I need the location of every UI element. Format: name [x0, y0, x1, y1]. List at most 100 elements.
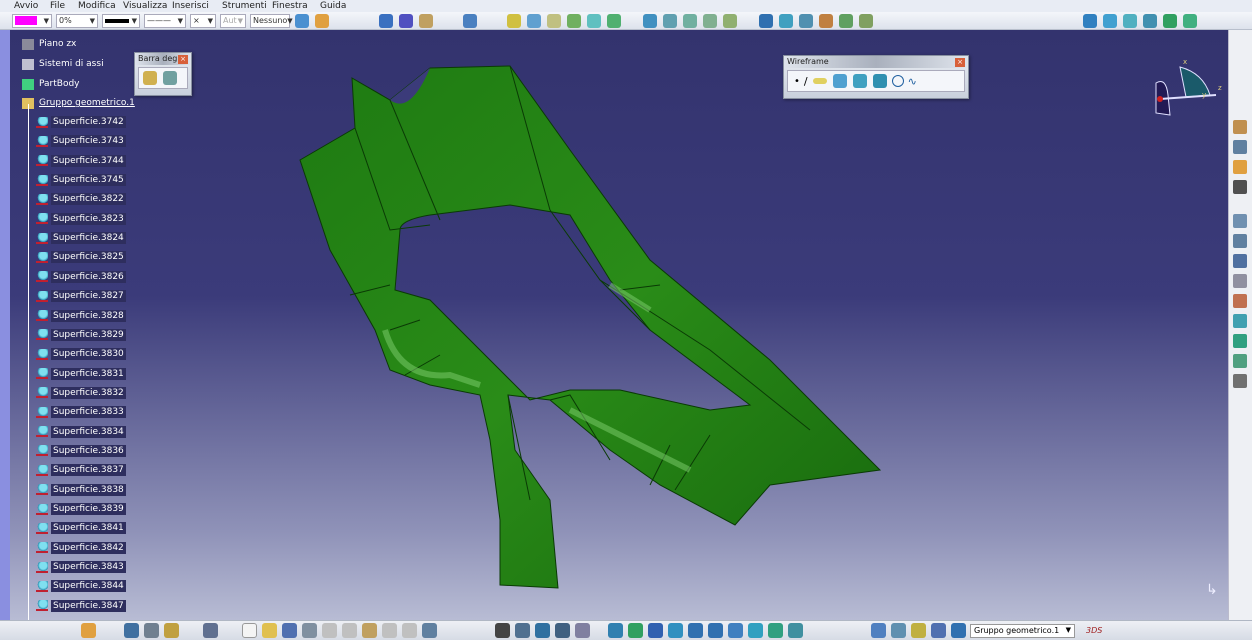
design-table-icon[interactable]: [555, 623, 570, 638]
knowledge-icon[interactable]: [1233, 354, 1247, 368]
extrapolate-icon[interactable]: [839, 13, 853, 28]
catalog-browser-icon[interactable]: [203, 623, 218, 638]
rotate-icon[interactable]: [779, 13, 793, 28]
sweep-icon[interactable]: [567, 13, 581, 28]
tree-item-surface[interactable]: Superficie.3824: [36, 232, 126, 245]
pan-icon[interactable]: [648, 623, 663, 638]
formula-icon[interactable]: [495, 623, 510, 638]
axis-system-icon[interactable]: [1233, 180, 1247, 194]
tree-item-surface[interactable]: Superficie.3830: [36, 348, 126, 361]
measure-item-icon[interactable]: [891, 623, 906, 638]
compass[interactable]: x y z: [1148, 55, 1228, 120]
menu-avvio[interactable]: Avvio: [14, 0, 38, 12]
tree-item-surface[interactable]: Superficie.3742: [36, 116, 126, 128]
part-model[interactable]: [10, 30, 1228, 620]
tree-item-body[interactable]: PartBody: [22, 78, 82, 90]
blend-icon[interactable]: [1233, 314, 1247, 328]
cut-icon[interactable]: [322, 623, 337, 638]
shading-icon[interactable]: [768, 623, 783, 638]
whats-this-icon[interactable]: [422, 623, 437, 638]
offset-icon[interactable]: [547, 13, 561, 28]
spline-icon[interactable]: ∿: [908, 75, 917, 88]
apply-material-icon[interactable]: [1163, 13, 1177, 28]
menu-inserisci[interactable]: Inserisci: [172, 0, 209, 12]
set-icon[interactable]: [951, 623, 966, 638]
chamfer-icon[interactable]: [819, 13, 833, 28]
line-icon[interactable]: /: [804, 75, 808, 88]
multisection-icon[interactable]: [607, 13, 621, 28]
wireframe-panel[interactable]: Wireframe × • / ∿: [783, 55, 969, 99]
extrude-icon[interactable]: [527, 13, 541, 28]
tree-item-surface[interactable]: Superficie.3833: [36, 406, 126, 419]
layer-select[interactable]: Nessuno ▼: [250, 13, 293, 28]
analysis-icon[interactable]: [463, 13, 477, 28]
curve-icon[interactable]: [1233, 234, 1247, 248]
line-type-select[interactable]: ——— ▼: [144, 13, 186, 28]
fill-color-select[interactable]: ▼: [12, 13, 52, 28]
update-icon[interactable]: [124, 623, 139, 638]
tree-item-group[interactable]: Gruppo geometrico.1: [22, 97, 137, 109]
plane-icon[interactable]: [812, 78, 827, 84]
join-icon[interactable]: [643, 13, 657, 28]
tree-item-surface[interactable]: Superficie.3745: [36, 174, 126, 187]
tree-item-surface[interactable]: Superficie.3847: [36, 599, 126, 612]
fit-all-icon[interactable]: [628, 623, 643, 638]
menu-modifica[interactable]: Modifica: [78, 0, 116, 12]
connect-checker-icon[interactable]: [163, 71, 177, 85]
transparency-select[interactable]: 0% ▼: [56, 13, 98, 28]
law-icon[interactable]: [1233, 294, 1247, 308]
intersection-icon[interactable]: [852, 74, 867, 88]
close-icon[interactable]: ×: [178, 55, 188, 64]
inertia-icon[interactable]: [911, 623, 926, 638]
menu-guida[interactable]: Guida: [320, 0, 346, 12]
sketcher-icon[interactable]: [1233, 214, 1247, 228]
surface-icon[interactable]: [1233, 254, 1247, 268]
line-color-select[interactable]: ▼: [102, 13, 140, 28]
view-icon[interactable]: [1083, 13, 1097, 28]
tree-item-surface[interactable]: Superficie.3822: [36, 193, 126, 206]
copy-icon[interactable]: [342, 623, 357, 638]
split-icon[interactable]: [663, 13, 677, 28]
undo-icon[interactable]: [382, 623, 397, 638]
exit-workbench-icon[interactable]: [1233, 120, 1247, 134]
measure-icon[interactable]: [1143, 13, 1157, 28]
tree-scroll-bar[interactable]: [0, 30, 10, 620]
geometrical-set-icon[interactable]: [1233, 140, 1247, 154]
tree-item-surface[interactable]: Superficie.3843: [36, 561, 126, 574]
hide-show-icon[interactable]: [1123, 13, 1137, 28]
projection-icon[interactable]: [832, 74, 847, 88]
3d-viewport[interactable]: [10, 30, 1228, 620]
translate-icon[interactable]: [759, 13, 773, 28]
tree-item-surface[interactable]: Superficie.3839: [36, 503, 126, 515]
tree-item-surface[interactable]: Superficie.3837: [36, 464, 126, 477]
3d-annotation-icon[interactable]: [575, 623, 590, 638]
snap-icon[interactable]: [419, 13, 433, 28]
tree-item-surface[interactable]: Superficie.3841: [36, 522, 126, 535]
render-icon[interactable]: [1103, 13, 1117, 28]
tree-item-surface[interactable]: Superficie.3743: [36, 135, 126, 148]
menu-visualizza[interactable]: Visualizza: [123, 0, 167, 12]
tree-item-surface[interactable]: Superficie.3744: [36, 154, 126, 167]
tree-item-axis[interactable]: Sistemi di assi: [22, 58, 106, 70]
redo-icon[interactable]: [402, 623, 417, 638]
deviation-icon[interactable]: [143, 71, 157, 85]
tree-item-plane[interactable]: Piano zx: [22, 38, 78, 50]
close-icon[interactable]: ×: [955, 58, 965, 67]
current-set-select[interactable]: Gruppo geometrico.1 ▼: [970, 623, 1075, 638]
catalog-icon[interactable]: [1233, 374, 1247, 388]
tools-icon[interactable]: [144, 623, 159, 638]
measure-between-icon[interactable]: [871, 623, 886, 638]
comment-icon[interactable]: [515, 623, 530, 638]
properties-icon[interactable]: [315, 13, 329, 28]
menu-finestra[interactable]: Finestra: [272, 0, 308, 12]
menu-strumenti[interactable]: Strumenti: [222, 0, 267, 12]
tree-item-surface[interactable]: Superficie.3838: [36, 483, 126, 496]
zoom-in-icon[interactable]: [688, 623, 703, 638]
tree-item-surface[interactable]: Superficie.3832: [36, 386, 126, 399]
trim-icon[interactable]: [683, 13, 697, 28]
circle-icon[interactable]: [891, 75, 904, 87]
paste-icon[interactable]: [362, 623, 377, 638]
tree-item-surface[interactable]: Superficie.3823: [36, 212, 126, 225]
boundary-icon[interactable]: [703, 13, 717, 28]
extract-icon[interactable]: [723, 13, 737, 28]
